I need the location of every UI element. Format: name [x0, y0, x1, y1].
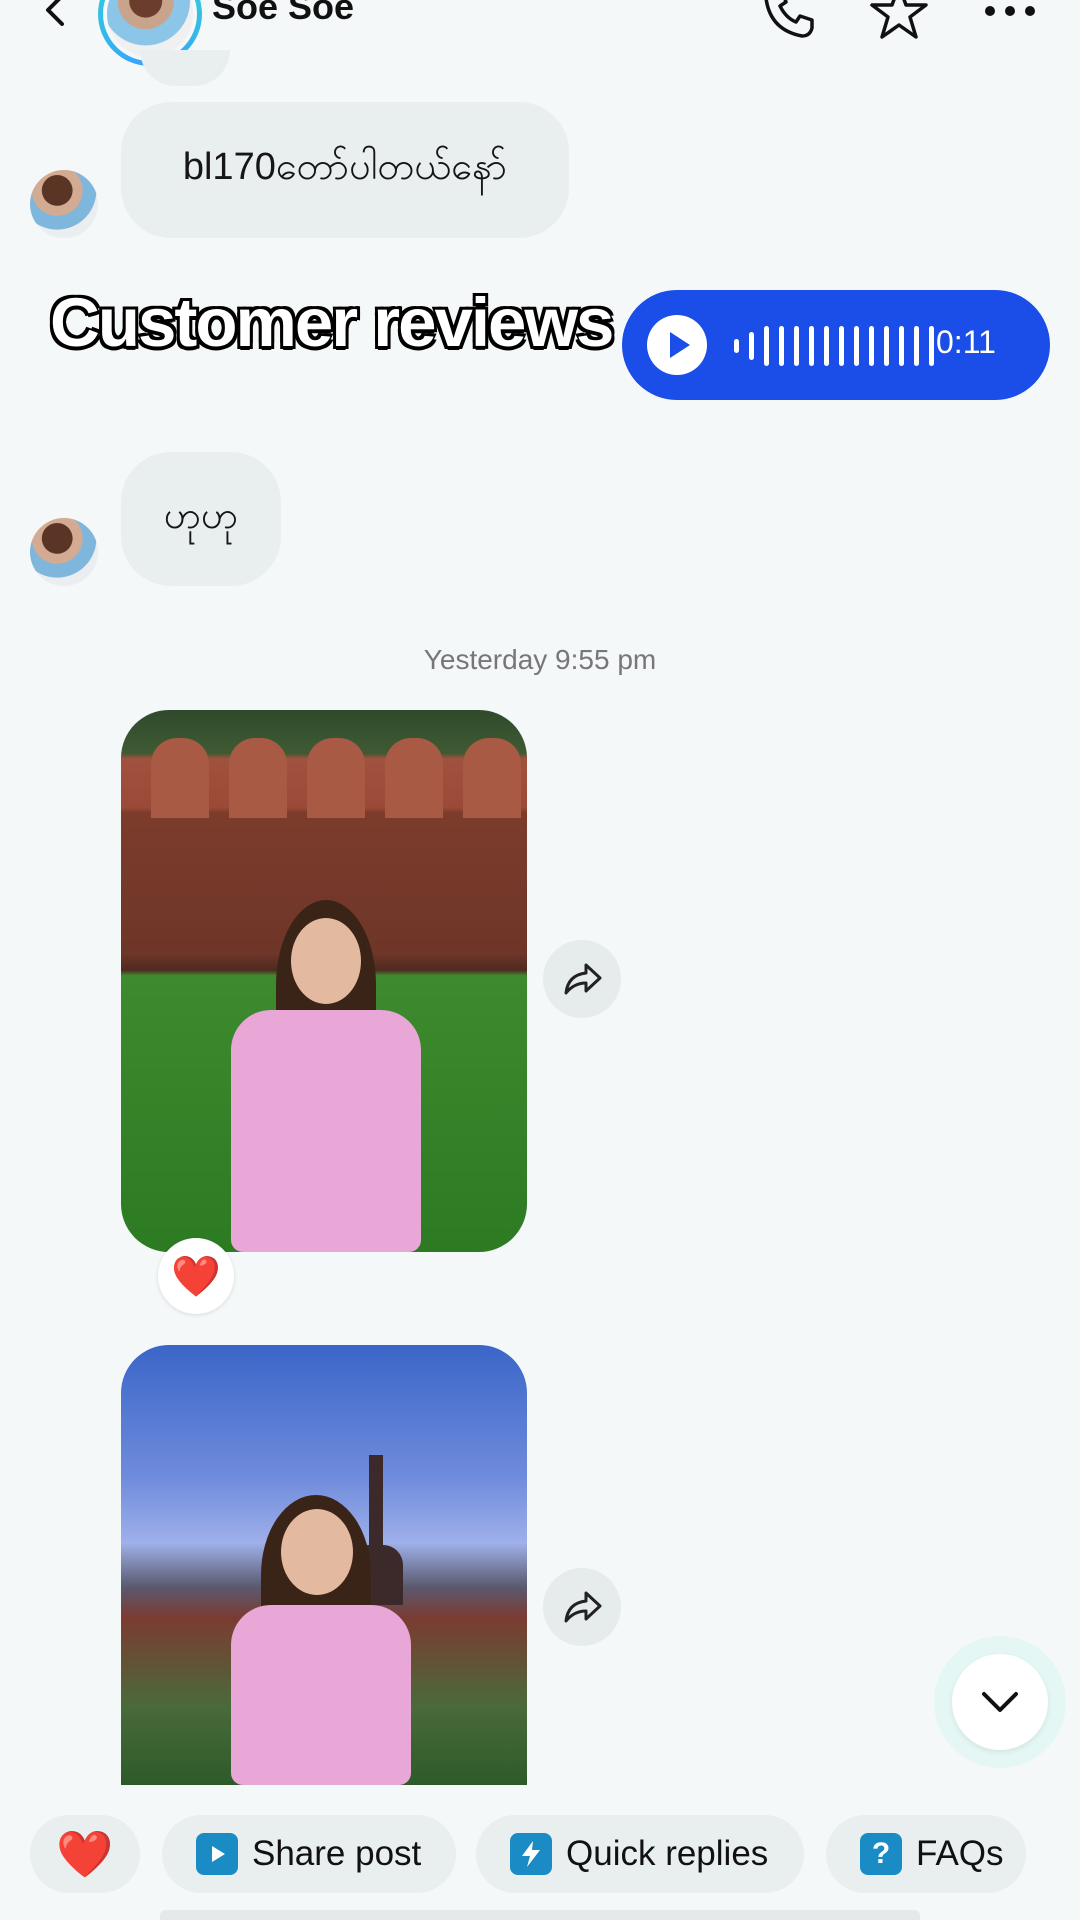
- play-icon: [670, 332, 690, 358]
- quick-replies-chip[interactable]: Quick replies: [476, 1815, 804, 1893]
- back-arrow-icon[interactable]: [36, 0, 76, 30]
- heart-icon: ❤️: [56, 1827, 114, 1880]
- heart-chip[interactable]: ❤️: [30, 1815, 140, 1893]
- share-arrow-icon: [564, 963, 602, 995]
- forward-button[interactable]: [543, 940, 621, 1018]
- heart-reaction[interactable]: ❤️: [158, 1238, 234, 1314]
- phone-icon[interactable]: [760, 0, 816, 40]
- overlay-caption: Customer reviews: [48, 283, 615, 363]
- message-bubble[interactable]: ဟုဟု: [121, 452, 281, 586]
- scroll-to-bottom-button[interactable]: [952, 1654, 1048, 1750]
- message-text: ဟုဟု: [163, 495, 239, 537]
- contact-avatar-small[interactable]: [30, 518, 98, 586]
- waveform: [734, 326, 934, 366]
- previous-message-bubble: [140, 50, 230, 86]
- chevron-down-icon: [982, 1692, 1018, 1712]
- message-timestamp: Yesterday 9:55 pm: [423, 644, 657, 675]
- input-bar-edge: [160, 1910, 920, 1920]
- faqs-chip[interactable]: ? FAQs: [826, 1815, 1026, 1893]
- contact-name[interactable]: Soe Soe: [212, 0, 354, 28]
- lightning-icon: [510, 1833, 552, 1875]
- photo-message[interactable]: [121, 710, 527, 1252]
- chip-label: FAQs: [916, 1834, 1004, 1873]
- question-icon: ?: [860, 1833, 902, 1875]
- share-post-chip[interactable]: Share post: [162, 1815, 456, 1893]
- voice-duration: 0:11: [936, 324, 996, 360]
- play-square-icon: [196, 1833, 238, 1875]
- contact-avatar-small[interactable]: [30, 170, 98, 238]
- message-bubble[interactable]: bl170တော်ပါတယ်နော်: [121, 102, 569, 238]
- more-icon[interactable]: [982, 0, 1038, 26]
- chip-label: Share post: [252, 1834, 422, 1873]
- share-arrow-icon: [564, 1591, 602, 1623]
- chip-label: Quick replies: [566, 1834, 769, 1873]
- voice-message[interactable]: 0:11: [622, 290, 1050, 400]
- message-text: bl170တော်ပါတယ်နော်: [182, 146, 508, 188]
- photo-message[interactable]: [121, 1345, 527, 1785]
- person-figure: [191, 1495, 451, 1785]
- person-figure: [181, 900, 461, 1252]
- play-button[interactable]: [647, 315, 707, 375]
- forward-button[interactable]: [543, 1568, 621, 1646]
- star-icon[interactable]: [868, 0, 930, 44]
